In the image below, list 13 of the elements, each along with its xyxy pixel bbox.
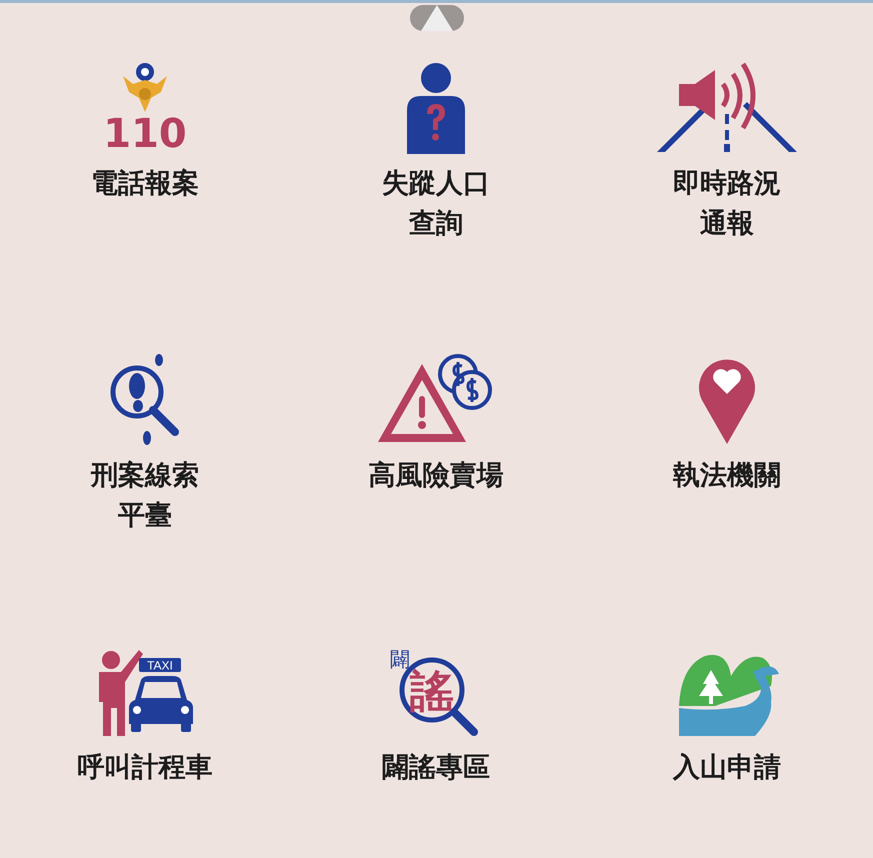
up-triangle-icon bbox=[420, 5, 452, 31]
service-label[interactable]: 入山申請 bbox=[673, 748, 781, 788]
service-label[interactable]: 呼叫計程車 bbox=[78, 748, 212, 788]
service-label[interactable]: 高風險賣場 bbox=[368, 456, 504, 496]
service-label[interactable]: 刑案線索 平臺 bbox=[91, 456, 199, 536]
service-label[interactable]: 闢謠專區 bbox=[382, 748, 490, 788]
service-label[interactable]: 電話報案 bbox=[91, 164, 199, 204]
service-label[interactable]: 即時路況 通報 bbox=[673, 164, 781, 244]
service-label[interactable]: 執法機關 bbox=[673, 456, 781, 496]
scroll-up-button[interactable] bbox=[410, 5, 464, 31]
emergency-number: 110 bbox=[103, 114, 187, 154]
road-speaker-icon bbox=[657, 62, 797, 154]
service-label[interactable]: 失蹤人口 查詢 bbox=[382, 164, 490, 244]
